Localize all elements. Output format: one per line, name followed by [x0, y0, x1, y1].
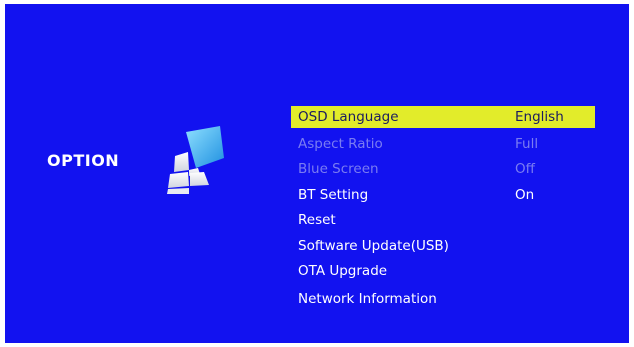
menu-item-label: Reset: [298, 212, 336, 228]
menu-item-value: English: [515, 109, 564, 125]
menu-item-ota-upgrade[interactable]: OTA Upgrade: [291, 259, 595, 285]
section-title: OPTION: [47, 151, 120, 170]
menu-item-value: Full: [515, 135, 539, 152]
menu-item-label: Software Update(USB): [298, 237, 449, 254]
menu-item-network-information[interactable]: Network Information: [291, 287, 595, 313]
menu-item-aspect-ratio: Aspect Ratio Full: [291, 132, 595, 158]
menu-item-reset[interactable]: Reset: [291, 208, 595, 234]
menu-item-blue-screen: Blue Screen Off: [291, 157, 595, 183]
menu-item-label: Aspect Ratio: [298, 135, 383, 152]
menu-item-bt-setting[interactable]: BT Setting On: [291, 183, 595, 209]
option-tiles-icon: [167, 126, 224, 194]
menu-item-value: Off: [515, 161, 535, 177]
menu-item-value: On: [515, 186, 535, 203]
menu-item-label: OSD Language: [298, 109, 399, 125]
menu-item-label: Network Information: [298, 290, 437, 307]
menu-item-label: OTA Upgrade: [298, 263, 388, 279]
menu-item-label: BT Setting: [298, 186, 369, 203]
menu-item-label: Blue Screen: [298, 161, 379, 177]
tv-osd-screen: OPTION OSD Language English Aspect Ratio…: [5, 4, 629, 343]
menu-item-software-update-usb[interactable]: Software Update(USB): [291, 234, 595, 260]
option-menu: OSD Language English Aspect Ratio Full B…: [291, 106, 595, 312]
menu-item-osd-language[interactable]: OSD Language English: [291, 106, 595, 128]
